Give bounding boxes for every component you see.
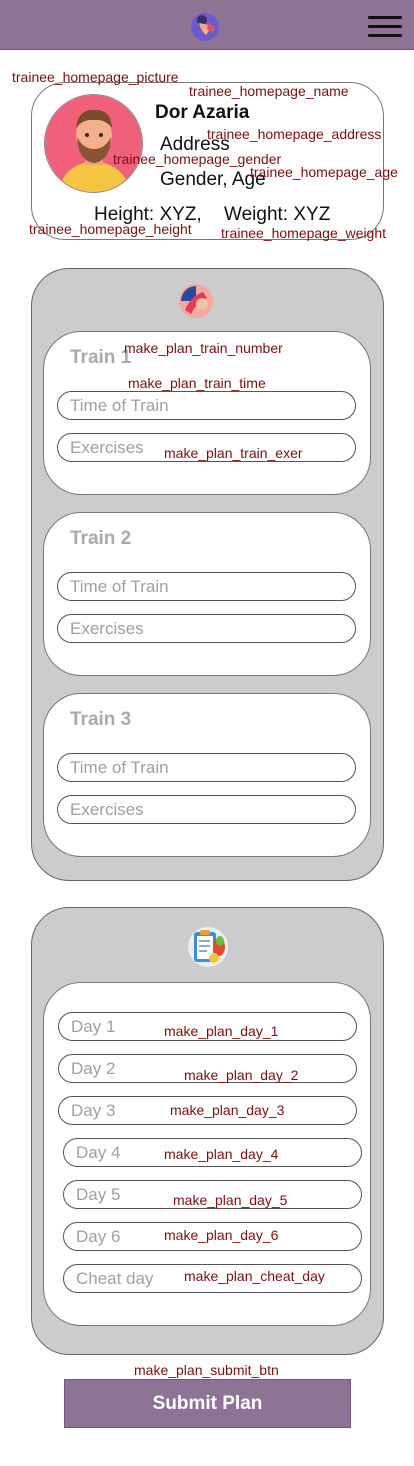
annotation-label: trainee_homepage_picture bbox=[12, 69, 179, 85]
annotation-label: make_plan_train_number bbox=[124, 340, 283, 356]
menu-line bbox=[368, 16, 402, 19]
hamburger-menu-icon[interactable] bbox=[368, 14, 402, 40]
trainee-name: Dor Azaria bbox=[155, 102, 250, 123]
trainer-logo-icon[interactable] bbox=[188, 9, 222, 43]
annotation-label: make_plan_train_time bbox=[128, 375, 266, 391]
menu-line bbox=[368, 34, 402, 37]
make-plan-page: Dor Azaria Address Gender, Age Height: X… bbox=[0, 0, 414, 1466]
annotation-label: make_plan_day_4 bbox=[164, 1146, 279, 1162]
trainee-avatar bbox=[44, 94, 143, 193]
train-time-input[interactable] bbox=[57, 753, 356, 782]
annotation-label: trainee_homepage_weight bbox=[221, 225, 387, 241]
top-bar bbox=[0, 0, 414, 50]
submit-plan-button[interactable]: Submit Plan bbox=[64, 1379, 351, 1428]
train-title: Train 3 bbox=[70, 709, 132, 730]
annotation-label: make_plan_day_6 bbox=[164, 1227, 279, 1243]
annotation-label: make_plan_day_5 bbox=[173, 1192, 288, 1208]
annotation-label: make_plan_day_3 bbox=[170, 1102, 285, 1118]
train-exercises-input[interactable] bbox=[57, 614, 356, 643]
train-time-input[interactable] bbox=[57, 572, 356, 601]
train-title: Train 2 bbox=[70, 528, 132, 549]
train-time-input[interactable] bbox=[57, 391, 356, 420]
bearded-man-avatar-icon bbox=[45, 95, 142, 192]
diet-clipboard-icon bbox=[188, 927, 228, 967]
annotation-label: trainee_homepage_age bbox=[250, 164, 398, 180]
annotation-label: trainee_homepage_name bbox=[189, 83, 349, 99]
menu-line bbox=[368, 25, 402, 28]
annotation-label: make_plan_submit_btn bbox=[134, 1362, 279, 1378]
annotation-label: trainee_homepage_height bbox=[29, 221, 192, 237]
train-exercises-input[interactable] bbox=[57, 795, 356, 824]
trainee-weight: Weight: XYZ bbox=[224, 204, 331, 225]
workout-icon bbox=[179, 284, 213, 318]
train-title: Train 1 bbox=[70, 347, 132, 368]
annotation-label: make_plan_day_1 bbox=[164, 1023, 279, 1039]
annotation-label: make_plan_day_2 bbox=[184, 1067, 299, 1083]
annotation-label: make_plan_cheat_day bbox=[184, 1268, 325, 1284]
annotation-label: make_plan_train_exer bbox=[164, 445, 303, 461]
annotation-label: trainee_homepage_address bbox=[207, 126, 382, 142]
